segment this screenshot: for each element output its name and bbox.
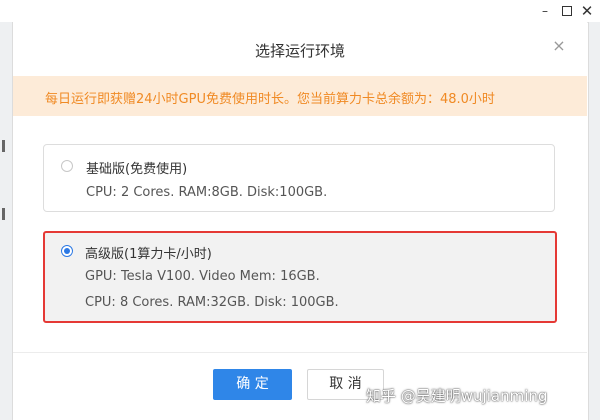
option-advanced[interactable]: 高级版(1算力卡/小时) GPU: Tesla V100. Video Mem:… <box>43 231 557 323</box>
background-left-edge <box>0 22 13 420</box>
run-environment-dialog: 选择运行环境 × 每日运行即获赠24小时GPU免费使用时长。您当前算力卡总余额为… <box>13 22 587 420</box>
dialog-close-button[interactable]: × <box>549 36 569 56</box>
minimize-button[interactable]: – <box>534 1 556 21</box>
edge-mark <box>2 208 5 220</box>
maximize-button[interactable] <box>556 1 578 21</box>
edge-mark <box>2 140 5 152</box>
gpu-notice-banner: 每日运行即获赠24小时GPU免费使用时长。您当前算力卡总余额为：48.0小时 <box>13 76 587 116</box>
radio-selected-dot <box>64 248 70 254</box>
option-basic[interactable]: 基础版(免费使用) CPU: 2 Cores. RAM:8GB. Disk:10… <box>43 144 555 212</box>
window-close-button[interactable]: ✕ <box>576 1 598 21</box>
radio-basic[interactable] <box>61 160 73 172</box>
zhihu-watermark: 知乎 @吴建明wujianming <box>366 387 548 405</box>
confirm-button[interactable]: 确 定 <box>213 369 292 400</box>
radio-advanced[interactable] <box>61 245 73 257</box>
option-basic-title: 基础版(免费使用) <box>86 162 188 177</box>
notice-text: 每日运行即获赠24小时GPU免费使用时长。您当前算力卡总余额为：48.0小时 <box>45 92 495 107</box>
option-basic-spec: CPU: 2 Cores. RAM:8GB. Disk:100GB. <box>86 185 328 200</box>
maximize-icon <box>562 6 572 16</box>
option-advanced-gpu-spec: GPU: Tesla V100. Video Mem: 16GB. <box>85 269 320 284</box>
option-advanced-title: 高级版(1算力卡/小时) <box>85 247 212 262</box>
dialog-title: 选择运行环境 <box>254 42 345 60</box>
window-titlebar: – ✕ <box>0 0 600 23</box>
background-right-edge <box>588 22 600 420</box>
option-advanced-cpu-spec: CPU: 8 Cores. RAM:32GB. Disk: 100GB. <box>85 295 339 310</box>
footer-divider <box>13 352 587 353</box>
